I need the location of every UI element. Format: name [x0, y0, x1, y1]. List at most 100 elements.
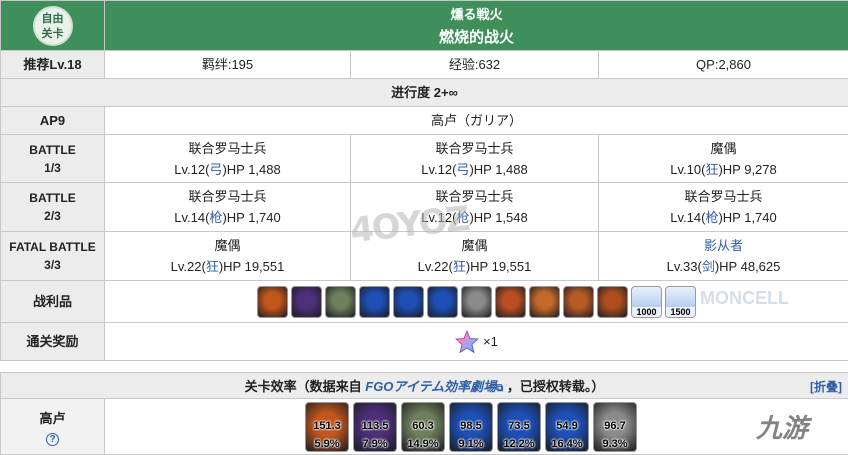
- efficiency-drop-rate: 9.1%: [458, 437, 484, 450]
- chess-piece-icon[interactable]: [461, 285, 493, 318]
- enemy-level: Lv.22(: [170, 259, 206, 274]
- enemy-name: 联合罗马士兵: [684, 189, 763, 204]
- efficiency-items: 151.3 5.9% 113.5 7.9% 60.3 14.9% 98.5 9.1% 73.5 1…: [105, 401, 848, 452]
- enemy-level: Lv.12(: [421, 161, 457, 177]
- efficiency-items-cell: 151.3 5.9% 113.5 7.9% 60.3 14.9% 98.5 9.1% 73.5 1…: [103, 398, 848, 455]
- blue-gem-icon[interactable]: 54.9 16.4%: [545, 401, 589, 452]
- fold-link[interactable]: [折叠]: [810, 380, 842, 394]
- green-ring-icon[interactable]: [325, 285, 357, 318]
- chess-piece-icon[interactable]: 96.7 9.3%: [593, 401, 637, 452]
- enemy-class-link[interactable]: 枪: [209, 210, 222, 225]
- battle-label: BATTLE 2/3: [0, 182, 105, 232]
- help-icon[interactable]: ?: [46, 432, 59, 446]
- drops-cell: 1000 1500: [103, 280, 848, 323]
- fire-gem-icon[interactable]: [495, 285, 527, 318]
- efficiency-drop-rate: 14.9%: [407, 437, 439, 450]
- battle-label: FATAL BATTLE 3/3: [0, 231, 105, 281]
- section-gap: [0, 362, 848, 372]
- quest-title-jp: 燻る戦火: [450, 7, 503, 22]
- enemy-hp: )HP 1,488: [222, 161, 281, 177]
- efficiency-source-link[interactable]: FGOアイテム効率劇場: [365, 379, 496, 394]
- blue-gem-icon[interactable]: [427, 285, 459, 318]
- enemy-hp: )HP 19,551: [218, 259, 285, 274]
- exp-value: 经验:632: [350, 50, 599, 79]
- fire-gem-icon[interactable]: [257, 285, 289, 318]
- fold-toggle: [折叠]: [810, 378, 842, 395]
- enemy-level: Lv.12(: [421, 210, 457, 225]
- enemy-cell: 魔偶 Lv.10(狂)HP 9,278: [597, 134, 848, 183]
- enemy-name: 魔偶: [461, 238, 488, 253]
- quest-title-cell: 燻る戦火 燃烧的战火: [103, 0, 848, 51]
- enemy-class-link[interactable]: 弓: [456, 162, 469, 177]
- enemy-class-link[interactable]: 剑: [702, 259, 715, 274]
- battle-row-3: FATAL BATTLE 3/3 魔偶 Lv.22(狂)HP 19,551 魔偶…: [0, 231, 848, 281]
- blue-gem-icon[interactable]: [359, 285, 391, 318]
- enemy-cell: 联合罗马士兵 Lv.12(枪)HP 1,548: [350, 182, 599, 232]
- efficiency-drop-rate: 16.4%: [551, 437, 583, 450]
- enemy-cell: 联合罗马士兵 Lv.14(枪)HP 1,740: [597, 182, 848, 232]
- battle-label-bottom: 3/3: [44, 258, 61, 272]
- fire-gem-icon[interactable]: 151.3 5.9%: [305, 401, 349, 452]
- fire-gem-icon[interactable]: [563, 285, 595, 318]
- efficiency-location: 高卢: [39, 410, 66, 426]
- qp-crystal-icon[interactable]: 1500: [665, 285, 697, 318]
- enemy-cell: 联合罗马士兵 Lv.12(弓)HP 1,488: [104, 134, 351, 183]
- badge-line2: 关卡: [41, 26, 64, 40]
- enemy-cell: 联合罗马士兵 Lv.12(弓)HP 1,488: [350, 134, 599, 183]
- efficiency-drop-rate: 7.9%: [362, 437, 388, 450]
- enemy-cell: 影从者 Lv.33(剑)HP 48,625: [597, 231, 848, 281]
- battle-label-top: BATTLE: [29, 191, 76, 205]
- enemy-class-link[interactable]: 枪: [705, 210, 718, 225]
- efficiency-header-suffix: ，已授权转载。）: [506, 379, 605, 394]
- enemy-level: Lv.22(: [417, 259, 453, 274]
- enemy-name-link[interactable]: 影从者: [599, 235, 848, 256]
- enemy-name: 魔偶: [214, 238, 241, 253]
- enemy-level: Lv.12(: [174, 161, 210, 177]
- battle-label-bottom: 2/3: [44, 209, 61, 223]
- free-quest-badge-icon: 自由 关卡: [32, 5, 73, 46]
- green-ring-icon[interactable]: 60.3 14.9%: [401, 401, 445, 452]
- blue-gem-icon[interactable]: 73.5 12.2%: [497, 401, 541, 452]
- quest-table: 自由 关卡 燻る戦火 燃烧的战火 推荐Lv.18 羁绊:195 经验:632 Q…: [0, 0, 848, 361]
- efficiency-drop-rate: 12.2%: [503, 437, 535, 450]
- fire-gem-icon[interactable]: [597, 285, 629, 318]
- enemy-level: Lv.14(: [670, 210, 706, 225]
- enemy-hp: )HP 9,278: [718, 161, 777, 177]
- enemy-class-link[interactable]: 狂: [705, 162, 718, 177]
- enemy-class-link[interactable]: 狂: [453, 259, 466, 274]
- enemy-hp: )HP 1,548: [469, 210, 528, 225]
- reward-label: 通关奖励: [0, 322, 105, 361]
- purple-crystal-icon[interactable]: [291, 285, 323, 318]
- battle-label-bottom: 1/3: [44, 160, 61, 175]
- drops-label: 战利品: [0, 280, 105, 323]
- efficiency-ap-value: 73.5: [508, 419, 530, 432]
- reward-cell: ×1: [103, 322, 848, 361]
- badge-line1: 自由: [41, 11, 64, 25]
- efficiency-drop-rate: 9.3%: [602, 437, 628, 450]
- quest-title-cn: 燃烧的战火: [439, 29, 515, 46]
- enemy-class-link[interactable]: 枪: [456, 210, 469, 225]
- efficiency-header-prefix: 关卡效率（数据来自: [244, 379, 362, 394]
- efficiency-header: 关卡效率（数据来自 FGOアイテム効率劇場⧉ ，已授权转载。） [折叠]: [0, 372, 848, 399]
- enemy-name: 联合罗马士兵: [188, 140, 267, 156]
- enemy-cell: 魔偶 Lv.22(狂)HP 19,551: [350, 231, 599, 281]
- battle-row-2: BATTLE 2/3 联合罗马士兵 Lv.14(枪)HP 1,740 联合罗马士…: [0, 182, 848, 232]
- qp-value: QP:2,860: [597, 50, 848, 79]
- progress-row: 进行度 2+∞: [0, 78, 848, 107]
- efficiency-ap-value: 98.5: [460, 419, 482, 432]
- enemy-class-link[interactable]: 弓: [209, 162, 222, 177]
- purple-crystal-icon[interactable]: 113.5 7.9%: [353, 401, 397, 452]
- enemy-class-link[interactable]: 狂: [206, 259, 219, 274]
- ap-cost: AP9: [0, 106, 105, 135]
- enemy-name: 联合罗马士兵: [435, 140, 514, 156]
- drop-count: 1000: [632, 306, 662, 317]
- saint-quartz-icon[interactable]: [455, 329, 480, 354]
- qp-crystal-icon[interactable]: 1000: [631, 285, 663, 318]
- enemy-level: Lv.10(: [670, 161, 706, 177]
- enemy-name: 魔偶: [710, 140, 737, 156]
- enemy-level: Lv.33(: [666, 259, 702, 274]
- blue-gem-icon[interactable]: 98.5 9.1%: [449, 401, 493, 452]
- blue-gem-icon[interactable]: [393, 285, 425, 318]
- enemy-name: 联合罗马士兵: [188, 189, 267, 204]
- fire-gem-icon[interactable]: [529, 285, 561, 318]
